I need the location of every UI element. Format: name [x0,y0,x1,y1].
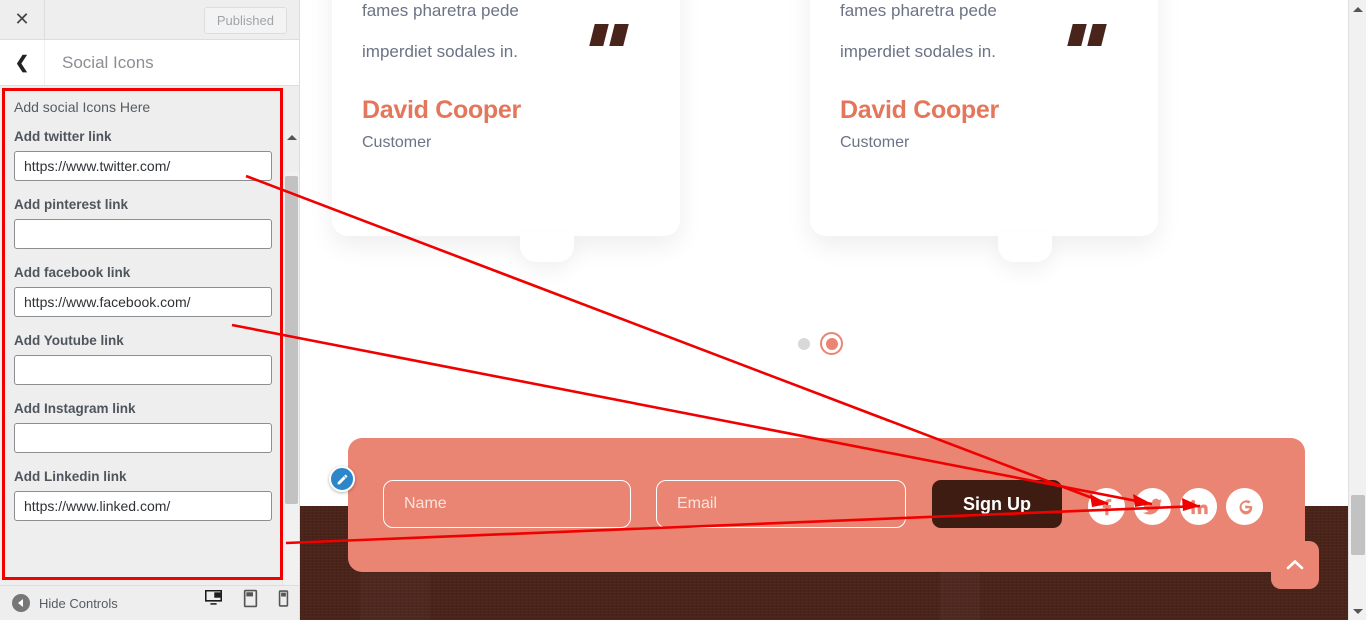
field-label-instagram: Add Instagram link [14,401,136,416]
mobile-view-icon[interactable] [278,589,289,617]
close-icon[interactable]: ✕ [0,0,45,39]
carousel-dots[interactable] [798,332,843,355]
sign-up-button[interactable]: Sign Up [932,480,1062,528]
testimonial-card: fames pharetra pede imperdiet sodales in… [332,0,680,262]
scrollbar-thumb[interactable] [1351,495,1365,555]
panel-body: Add social Icons Here Add twitter link A… [0,86,299,585]
desktop-view-icon[interactable] [204,590,223,616]
linkedin-link-input[interactable] [14,491,272,521]
panel-section-title: Social Icons [62,52,154,72]
panel-header: ✕ Published [0,0,299,40]
panel-section-header: ❮ Social Icons [0,40,299,86]
scrollbar-up-arrow[interactable] [1349,0,1366,18]
app-root: pharetra pede et sodales in. ella Raqel … [0,0,1366,620]
field-label-facebook: Add facebook link [14,265,131,280]
quote-icon [1064,24,1107,46]
google-icon[interactable] [1226,488,1263,525]
field-label-twitter: Add twitter link [14,129,112,144]
carousel-dot-2-active[interactable] [820,332,843,355]
hide-controls-button[interactable]: Hide Controls [0,594,118,612]
tablet-view-icon[interactable] [243,589,258,617]
hide-controls-label: Hide Controls [39,595,118,611]
twitter-link-input[interactable] [14,151,272,181]
collapse-arrow-icon [12,594,30,612]
name-input[interactable] [383,480,631,528]
panel-scroll-thumb[interactable] [285,176,298,504]
panel-scrollbar[interactable] [282,134,299,585]
youtube-link-input[interactable] [14,355,272,385]
panel-footer: Hide Controls [0,585,299,620]
page-scrollbar[interactable] [1348,0,1366,620]
scroll-to-top-button[interactable] [1271,541,1319,589]
testimonial-role: Customer [362,134,432,151]
published-button[interactable]: Published [203,7,287,34]
testimonial-name: David Cooper [362,96,521,124]
field-label-linkedin: Add Linkedin link [14,469,127,484]
field-label-pinterest: Add pinterest link [14,197,129,212]
device-preview-switcher [204,589,289,617]
twitter-icon[interactable] [1134,488,1171,525]
group-title: Add social Icons Here [14,99,151,115]
linkedin-icon[interactable] [1180,488,1217,525]
field-label-youtube: Add Youtube link [14,333,124,348]
email-input[interactable] [656,480,906,528]
quote-icon [586,24,629,46]
scrollbar-down-arrow[interactable] [1349,602,1366,620]
facebook-link-input[interactable] [14,287,272,317]
facebook-icon[interactable] [1088,488,1125,525]
customizer-panel: ✕ Published ❮ Social Icons Add social Ic… [0,0,300,620]
panel-scroll-up-arrow[interactable] [283,130,299,144]
instagram-link-input[interactable] [14,423,272,453]
carousel-dot-1[interactable] [798,337,810,350]
testimonial-card: fames pharetra pede imperdiet sodales in… [810,0,1158,262]
pencil-edit-icon[interactable] [329,466,355,492]
pinterest-link-input[interactable] [14,219,272,249]
testimonial-role: Customer [840,134,910,151]
testimonial-name: David Cooper [840,96,999,124]
social-icons-row [1088,488,1263,525]
chevron-left-icon[interactable]: ❮ [0,40,45,85]
